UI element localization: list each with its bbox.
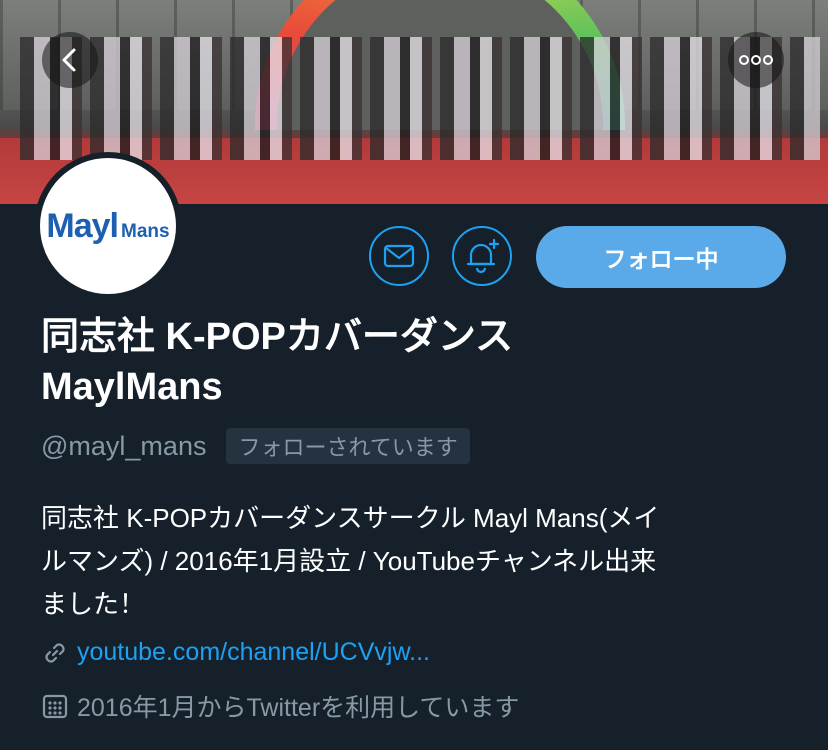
profile-bio: 同志社 K-POPカバーダンスサークル Mayl Mans(メイ ルマンズ) /… [41,497,801,626]
profile-handle: @mayl_mans [41,430,207,461]
logo-text: Mayl Mans [46,207,169,246]
more-dots-icon [739,55,773,65]
profile-name-line1: 同志社 K-POPカバーダンス [41,316,514,358]
joined-date-row: 2016年1月からTwitterを利用しています [41,688,519,724]
logo-small-text: Mans [121,220,170,242]
profile-website-link[interactable]: youtube.com/channel/UCVvjw... [77,638,430,667]
following-button[interactable]: フォロー中 [536,226,786,288]
profile-avatar[interactable]: Mayl Mans [34,152,182,300]
handle-row: @mayl_mans フォローされています [41,428,470,464]
bio-line2: ルマンズ) / 2016年1月設立 / YouTubeチャンネル出来 [41,546,657,576]
back-button[interactable] [42,32,98,88]
avatar-logo: Mayl Mans [40,158,176,294]
profile-name: 同志社 K-POPカバーダンス MaylMans [41,312,801,412]
chevron-left-icon [62,48,76,72]
mail-icon [383,244,415,268]
bell-plus-icon [466,238,500,274]
follows-you-badge: フォローされています [226,428,470,464]
profile-link-row[interactable]: youtube.com/channel/UCVvjw... [41,638,430,667]
logo-big-text: Mayl [46,206,119,245]
notifications-button[interactable] [452,226,512,286]
bio-line3: ました！ [41,589,146,619]
calendar-icon [42,694,68,719]
link-icon [45,642,65,663]
bio-line1: 同志社 K-POPカバーダンスサークル Mayl Mans(メイ [41,503,660,533]
joined-date-text: 2016年1月からTwitterを利用しています [77,694,520,722]
message-button[interactable] [369,226,429,286]
profile-name-line2: MaylMans [41,366,223,408]
more-options-button[interactable] [728,32,784,88]
banner-people [20,20,820,160]
